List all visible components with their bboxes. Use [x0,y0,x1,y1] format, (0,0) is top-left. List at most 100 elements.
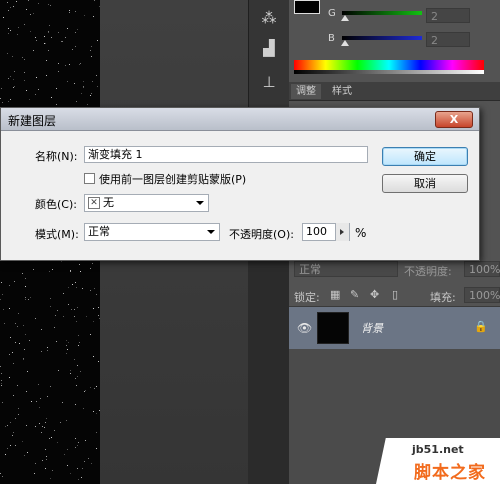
canvas-star [35,463,36,464]
canvas-star [78,479,79,480]
canvas-star [13,87,14,88]
canvas-star [96,432,97,433]
fill-field[interactable]: 100% [464,287,500,303]
lock-all-icon[interactable]: ▯ [392,288,398,301]
name-field[interactable]: 渐变填充 1 [84,146,368,163]
canvas-star [15,342,16,343]
canvas-star [90,50,91,51]
eye-icon[interactable]: 👁 [297,321,312,335]
tab-styles[interactable]: 样式 [327,84,357,99]
canvas-star [50,306,51,307]
opacity-field[interactable]: 100 [302,223,350,241]
canvas-star [27,452,28,453]
canvas-star [13,395,14,396]
canvas-star [97,86,98,87]
no-color-icon: ✕ [88,197,100,209]
canvas-star [51,437,52,438]
canvas-star [64,454,65,455]
canvas-star [10,422,11,423]
b-channel-slider[interactable] [342,36,422,40]
percent-sign: % [355,226,367,240]
canvas-star [0,299,1,300]
canvas-star [77,376,78,377]
b-slider-thumb[interactable] [341,40,349,46]
canvas-star [72,284,73,285]
mode-select[interactable]: 正常 [84,223,220,241]
canvas-star [10,76,11,77]
canvas-star [38,384,39,385]
canvas-star [90,268,91,269]
canvas-star [86,316,87,317]
canvas-star [15,323,16,324]
canvas-star [80,63,81,64]
canvas-star [13,432,14,433]
canvas-star [13,363,14,364]
layers-opacity-field[interactable]: 100% [464,261,500,277]
foreground-color-swatch[interactable] [294,0,320,14]
canvas-star [1,373,2,374]
canvas-star [24,349,25,350]
canvas-star [48,50,49,51]
cancel-button[interactable]: 取消 [382,174,468,193]
clip-mask-label[interactable]: 使用前一图层创建剪贴蒙版(P) [99,171,246,187]
brush-settings-icon[interactable]: ⁂ [259,8,279,28]
lock-transparent-icon[interactable]: ▦ [330,288,340,301]
canvas-star [52,470,53,471]
layer-row-background[interactable]: 👁 背景 🔒 [289,306,500,350]
canvas-star [14,281,15,282]
canvas-star [18,414,19,415]
canvas-star [12,435,13,436]
lock-position-icon[interactable]: ✥ [370,288,379,301]
g-value-field[interactable]: 2 [426,8,470,23]
b-value-field[interactable]: 2 [426,32,470,47]
canvas-star [25,297,26,298]
canvas-star [82,288,83,289]
blend-mode-select[interactable]: 正常 [294,261,398,277]
ok-button[interactable]: 确定 [382,147,468,166]
opacity-slider-arrow-icon[interactable] [335,223,349,241]
canvas-star [18,27,19,28]
canvas-star [24,80,25,81]
stamp-icon[interactable]: ⊥ [259,72,279,92]
canvas-star [79,64,80,65]
canvas-star [41,351,42,352]
canvas-star [35,318,36,319]
canvas-star [93,356,94,357]
histogram-icon[interactable]: ▟ [259,38,279,58]
canvas-star [47,347,48,348]
canvas-star [84,15,85,16]
clip-mask-checkbox[interactable] [84,173,95,184]
color-spectrum-bar[interactable] [294,60,484,74]
canvas-star [75,404,76,405]
canvas-star [10,445,11,446]
tab-adjustments[interactable]: 调整 [291,84,321,99]
canvas-star [24,72,25,73]
close-button[interactable]: X [435,111,473,128]
canvas-star [97,40,98,41]
canvas-star [9,377,10,378]
canvas-star [15,445,16,446]
canvas-star [77,468,78,469]
canvas-star [14,71,15,72]
canvas-star [80,271,81,272]
name-label: 名称(N): [35,150,78,163]
canvas-star [67,81,68,82]
canvas-star [60,422,61,423]
canvas-star [9,354,10,355]
canvas-star [24,59,25,60]
canvas-star [5,454,6,455]
canvas-star [12,56,13,57]
color-select[interactable]: ✕ 无 [84,194,209,212]
canvas-star [0,98,1,99]
g-channel-slider[interactable] [342,11,422,15]
canvas-star [90,95,91,96]
canvas-star [70,271,71,272]
dialog-titlebar[interactable]: 新建图层 X [1,108,479,131]
lock-image-icon[interactable]: ✎ [350,288,359,301]
watermark-site: jb51.net [412,443,464,456]
canvas-star [8,10,9,11]
layer-name[interactable]: 背景 [361,320,383,336]
canvas-star [91,46,92,47]
canvas-star [61,261,62,262]
g-slider-thumb[interactable] [341,15,349,21]
